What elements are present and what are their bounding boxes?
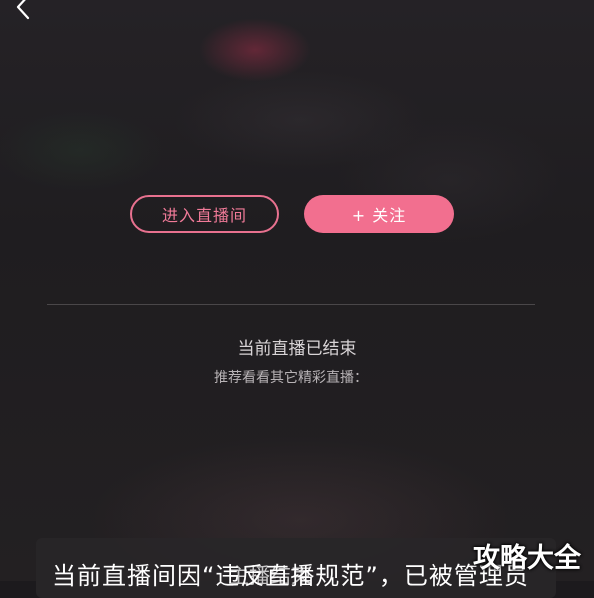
chevron-left-icon [16, 0, 30, 20]
follow-button[interactable]: + 关注 [304, 195, 454, 233]
live-ended-text: 当前直播已结束 [237, 339, 357, 359]
back-button[interactable] [10, 0, 36, 20]
overlay-ended-text: 主播结束 [228, 564, 312, 588]
follow-label: + 关注 [351, 206, 407, 225]
enter-live-room-button[interactable]: 进入直播间 [130, 195, 279, 233]
divider [47, 304, 535, 305]
blurred-background [0, 0, 594, 581]
recommend-text: 推荐看看其它精彩直播： [214, 370, 368, 386]
watermark-logo: 攻略大全 [473, 543, 581, 574]
enter-live-room-label: 进入直播间 [161, 206, 247, 225]
